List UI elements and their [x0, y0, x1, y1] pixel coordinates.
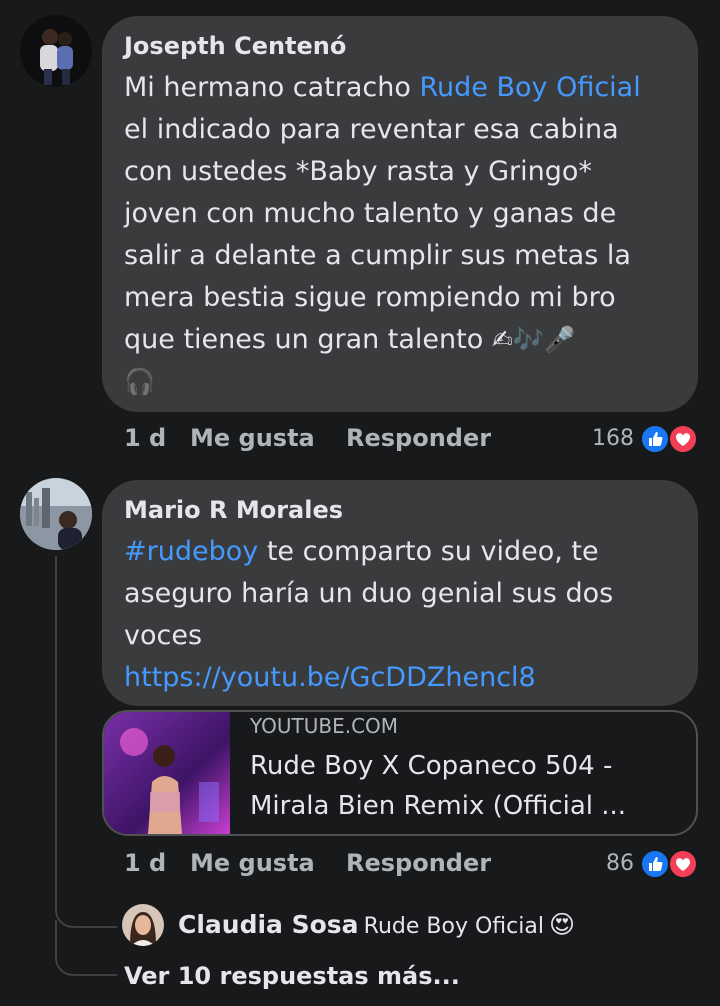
comment-text: aseguro haría un duo genial sus dos: [124, 578, 614, 609]
comment-bubble: Josepth Centenó Mi hermano catracho Rude…: [102, 16, 698, 412]
avatar[interactable]: [20, 15, 92, 87]
avatar-photo: [20, 15, 92, 87]
comment-text: que tienes un gran talento: [124, 324, 484, 355]
reaction-summary[interactable]: 168: [560, 424, 700, 456]
comment-text: mera bestia sigue rompiendo mi bro: [124, 282, 616, 313]
preview-title-line: Mirala Bien Remix (Official ...: [250, 791, 627, 821]
comments-page: Josepth Centenó Mi hermano catracho Rude…: [0, 0, 720, 1006]
thread-connector: [55, 920, 117, 976]
like-reaction-icon: [640, 424, 670, 454]
preview-title-line: Rude Boy X Copaneco 504 -: [250, 751, 613, 781]
comment-text: voces: [124, 620, 203, 651]
youtube-link[interactable]: https://youtu.be/GcDDZhencl8: [124, 657, 613, 699]
reply-button[interactable]: Responder: [346, 849, 491, 877]
avatar[interactable]: [122, 904, 164, 946]
emoji-writing-music-mic: ✍🎶🎤: [491, 325, 576, 354]
avatar-photo: [20, 478, 92, 550]
love-reaction-icon: [668, 849, 698, 879]
comment-time[interactable]: 1 d: [124, 424, 166, 452]
comment-text-line: Mi hermano catracho Rude Boy Oficial: [124, 67, 641, 109]
comment-author[interactable]: Mario R Morales: [124, 496, 343, 524]
comment-text: joven con mucho talento y ganas de: [124, 198, 617, 229]
hashtag-link[interactable]: #rudeboy: [124, 536, 258, 567]
reply-author[interactable]: Claudia Sosa: [178, 910, 359, 939]
comment-author[interactable]: Josepth Centenó: [124, 32, 346, 60]
headphone-emoji: 🎧: [124, 367, 156, 396]
reaction-count: 168: [592, 426, 634, 451]
view-more-replies-link[interactable]: Ver 10 respuestas más...: [124, 962, 460, 990]
comment-text: Mi hermano catracho: [124, 72, 420, 103]
mention-link[interactable]: Rude Boy Oficial: [419, 72, 640, 103]
reply-preview[interactable]: Claudia Sosa Rude Boy Oficial 😍: [178, 910, 575, 954]
love-reaction-icon: [668, 424, 698, 454]
reply-text: Rude Boy Oficial: [363, 914, 544, 939]
heart-eyes-emoji: 😍: [549, 910, 576, 939]
comment-text-line: que tienes un gran talento ✍🎶🎤: [124, 319, 641, 361]
comment-time[interactable]: 1 d: [124, 849, 166, 877]
comment-text-line: #rudeboy te comparto su video, te: [124, 531, 613, 573]
avatar[interactable]: [20, 478, 92, 550]
preview-title: Rude Boy X Copaneco 504 - Mirala Bien Re…: [250, 746, 680, 826]
video-thumbnail: [104, 712, 230, 834]
reaction-count: 86: [606, 851, 634, 876]
like-button[interactable]: Me gusta: [190, 849, 315, 877]
comment-text: te comparto su video, te: [258, 536, 599, 567]
comment-text: con ustedes *Baby rasta y Gringo*: [124, 156, 592, 187]
comment-bubble: Mario R Morales #rudeboy te comparto su …: [102, 480, 698, 706]
like-button[interactable]: Me gusta: [190, 424, 315, 452]
avatar-photo: [122, 904, 164, 946]
reaction-summary[interactable]: 86: [560, 849, 700, 881]
reply-button[interactable]: Responder: [346, 424, 491, 452]
link-preview-card[interactable]: YOUTUBE.COM Rude Boy X Copaneco 504 - Mi…: [102, 710, 698, 836]
thread-line: [55, 556, 57, 876]
comment-text: el indicado para reventar esa cabina: [124, 114, 619, 145]
like-reaction-icon: [640, 849, 670, 879]
comment-text: salir a delante a cumplir sus metas la: [124, 240, 631, 271]
preview-domain: YOUTUBE.COM: [250, 714, 399, 738]
